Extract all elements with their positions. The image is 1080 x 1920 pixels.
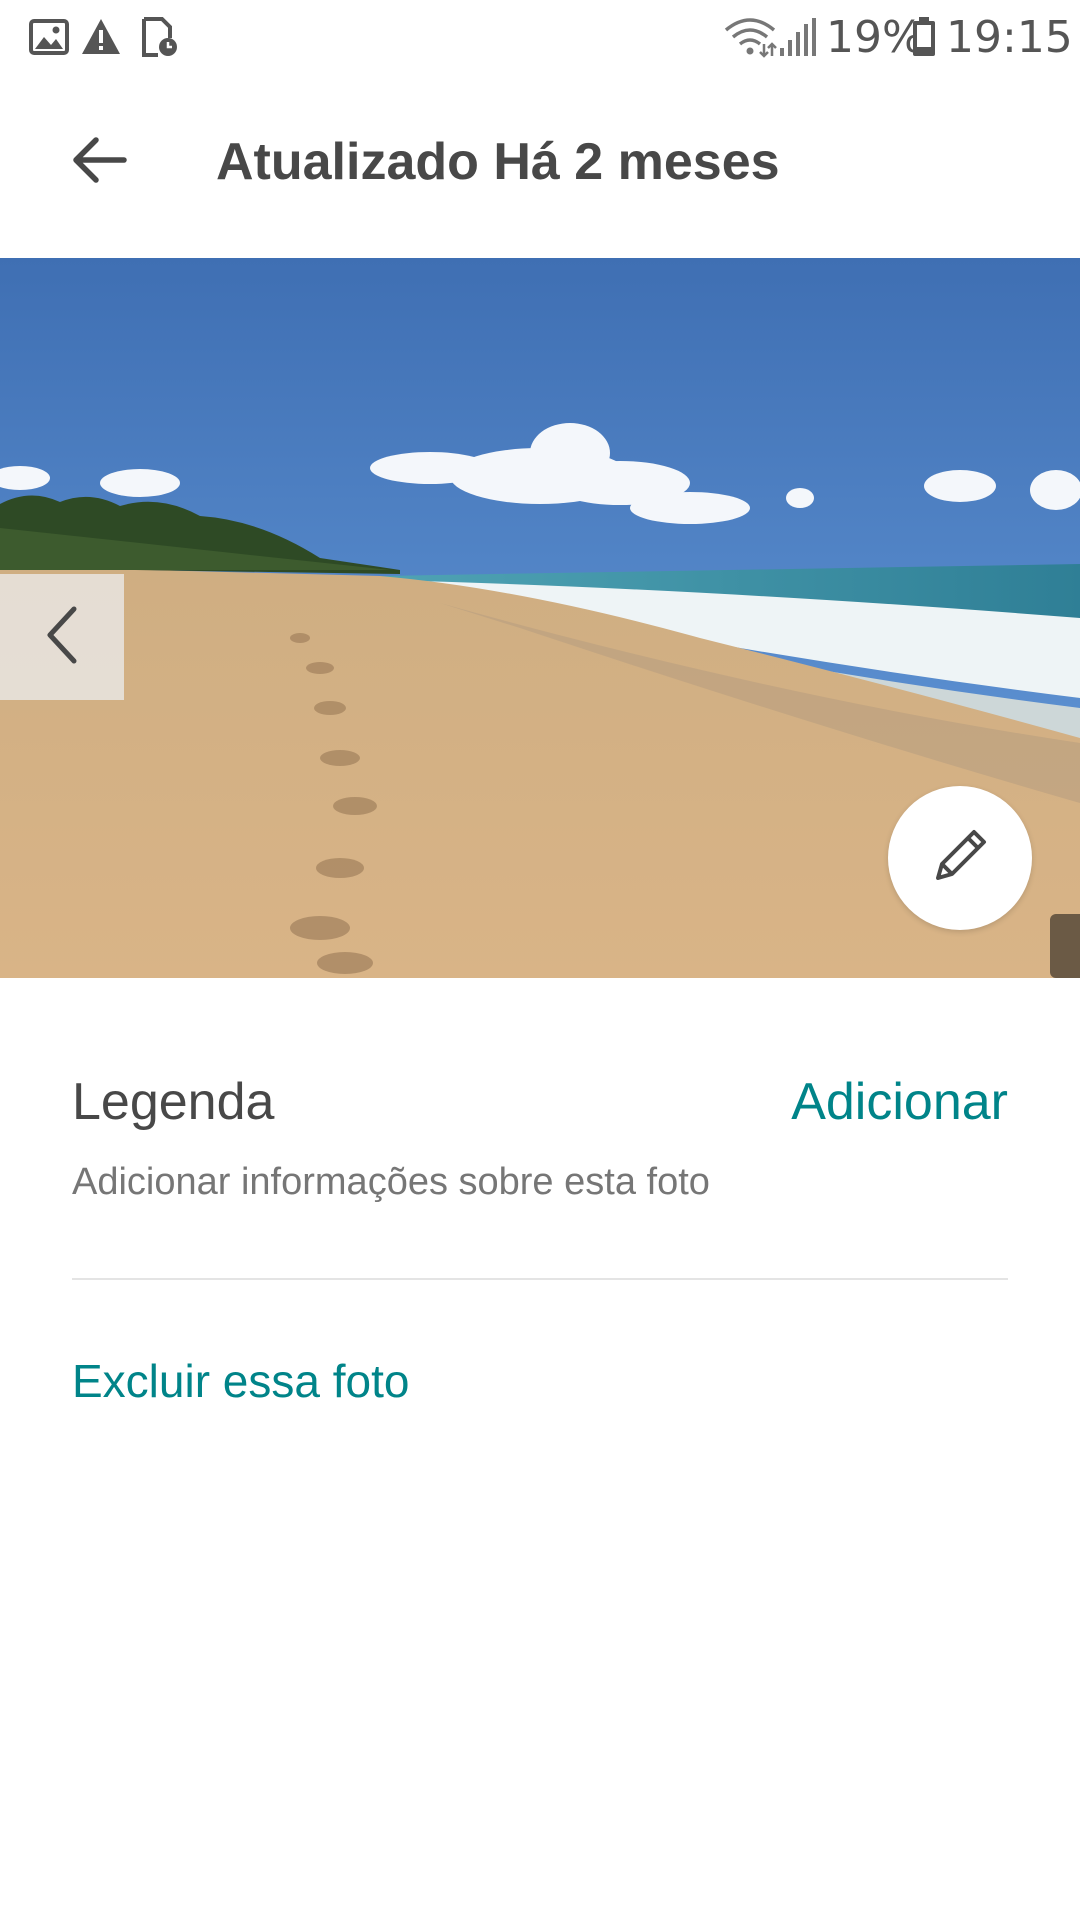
edit-photo-button[interactable]	[888, 786, 1032, 930]
app-header: Atualizado Há 2 meses	[0, 76, 1080, 258]
delete-photo-button[interactable]: Excluir essa foto	[72, 1348, 409, 1414]
image-icon	[28, 16, 70, 58]
caption-hint: Adicionar informações sobre esta foto	[72, 1161, 710, 1203]
document-clock-icon	[138, 16, 180, 58]
battery-icon	[910, 16, 938, 58]
page-title: Atualizado Há 2 meses	[216, 133, 780, 191]
wifi-icon	[722, 16, 778, 58]
signal-icon	[778, 16, 818, 58]
chevron-left-icon	[40, 603, 84, 672]
warning-icon	[80, 16, 122, 58]
caption-label: Legenda	[72, 1073, 275, 1131]
previous-photo-button[interactable]	[0, 574, 124, 700]
status-bar: 19% 19:15	[0, 0, 1080, 76]
side-handle[interactable]	[1050, 914, 1080, 978]
clock: 19:15	[946, 12, 1073, 63]
add-caption-button[interactable]: Adicionar	[791, 1066, 1008, 1138]
back-button[interactable]	[56, 118, 144, 206]
photo-viewer[interactable]	[0, 258, 1080, 978]
divider	[72, 1278, 1008, 1280]
pencil-icon	[924, 820, 996, 897]
arrow-left-icon	[70, 135, 130, 190]
